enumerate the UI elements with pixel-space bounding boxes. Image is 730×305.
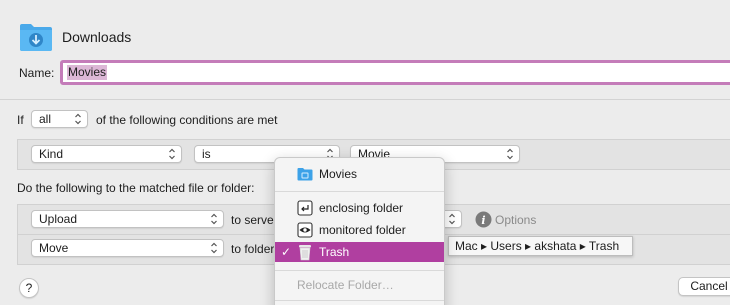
menu-separator [275, 270, 444, 271]
cancel-label: Cancel [690, 279, 728, 293]
window-title: Downloads [62, 29, 132, 45]
divider [0, 99, 730, 100]
menu-item-label: Trash [319, 245, 350, 259]
move-action-value: Move [39, 241, 69, 255]
attribute-popup[interactable]: Kind [31, 145, 182, 163]
name-field-value: Movies [67, 65, 108, 80]
chevron-updown-icon [449, 213, 455, 225]
tooltip-path: Mac ▸ Users ▸ akshata ▸ Trash [455, 239, 620, 253]
trash-icon [298, 244, 312, 261]
if-label: If [17, 113, 24, 127]
menu-separator [275, 191, 444, 192]
menu-item-monitored-folder[interactable]: monitored folder [275, 220, 444, 240]
cancel-button[interactable]: Cancel [678, 277, 730, 296]
eye-icon [297, 222, 313, 238]
menu-item-label: Relocate Folder… [297, 278, 394, 292]
to-folder-label: to folder [231, 242, 275, 256]
upload-action-value: Upload [39, 212, 78, 226]
menu-item-trash[interactable]: ✓ Trash [275, 242, 444, 262]
chevron-updown-icon [507, 148, 513, 160]
match-all-popup[interactable]: all [31, 110, 88, 128]
menu-item-label: monitored folder [319, 223, 406, 237]
chevron-updown-icon [75, 113, 81, 125]
menu-item-label: enclosing folder [319, 201, 404, 215]
move-action-popup[interactable]: Move [31, 239, 224, 257]
downloads-folder-icon [19, 22, 53, 52]
folder-dropdown-menu: Movies enclosing folder monitored folder… [274, 157, 445, 305]
menu-item-relocate-folder: Relocate Folder… [275, 275, 444, 295]
operator-value: is [202, 147, 211, 161]
conditions-suffix: of the following conditions are met [96, 113, 278, 127]
path-tooltip: Mac ▸ Users ▸ akshata ▸ Trash [448, 236, 633, 256]
help-label: ? [25, 281, 33, 295]
help-button[interactable]: ? [19, 278, 39, 298]
upload-action-popup[interactable]: Upload [31, 210, 224, 228]
attribute-value: Kind [39, 147, 64, 161]
to-server-label: to server [231, 213, 278, 227]
menu-separator [275, 300, 444, 301]
chevron-updown-icon [211, 213, 217, 225]
name-label: Name: [19, 66, 55, 80]
chevron-updown-icon [169, 148, 175, 160]
match-all-value: all [39, 112, 52, 126]
menu-item-movies[interactable]: Movies [275, 164, 444, 184]
options-label[interactable]: Options [495, 213, 536, 227]
name-field[interactable]: Movies [60, 60, 730, 85]
svg-text:i: i [481, 214, 485, 227]
menu-item-enclosing-folder[interactable]: enclosing folder [275, 198, 444, 218]
menu-item-label: Movies [319, 167, 358, 181]
enclosing-folder-icon [297, 200, 313, 216]
blue-folder-icon [297, 167, 313, 181]
chevron-updown-icon [211, 242, 217, 254]
info-icon[interactable]: i [475, 211, 492, 228]
actions-heading: Do the following to the matched file or … [17, 181, 255, 195]
checkmark-icon: ✓ [281, 245, 292, 259]
